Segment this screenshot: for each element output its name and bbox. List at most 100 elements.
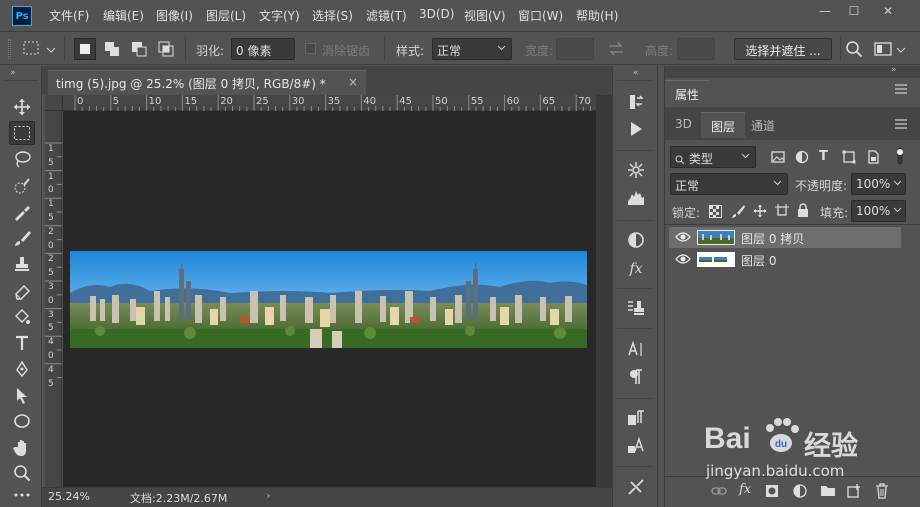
chevron-down-icon [741,151,750,160]
blend-mode-select[interactable]: 正常 [670,173,788,195]
character-styles-icon[interactable] [624,434,648,458]
status-menu-arrow[interactable]: › [266,489,270,502]
collapse-dock-icon[interactable]: « [633,68,639,78]
histogram-icon[interactable] [624,186,648,210]
color-wheel-icon[interactable] [624,158,648,182]
visibility-eye-icon[interactable] [675,231,691,243]
vertical-scrollbar[interactable] [596,95,612,487]
filter-adjustment-icon[interactable] [795,150,809,164]
lasso-icon[interactable] [9,147,35,171]
filter-shape-icon[interactable] [842,150,856,164]
menu-file[interactable]: 文件(F) [49,7,89,24]
tab-3d[interactable]: 3D [665,112,702,138]
new-adjustment-icon[interactable] [793,484,807,498]
quick-selection-icon[interactable] [9,174,35,198]
fill-input[interactable]: 100% [851,200,906,222]
hand-tool-icon[interactable] [9,435,35,459]
rectangular-marquee-icon[interactable] [9,121,35,145]
subtract-selection-icon[interactable] [128,38,150,60]
history-icon[interactable] [624,90,648,114]
clone-source-icon[interactable] [624,296,648,320]
paint-bucket-icon[interactable] [9,305,35,329]
filter-toggle-icon[interactable] [895,147,905,165]
add-mask-icon[interactable] [765,484,779,498]
zoom-level[interactable]: 25.24% [48,490,90,503]
zoom-tool-icon[interactable] [9,461,35,485]
menu-layer[interactable]: 图层(L) [206,7,246,24]
menu-view[interactable]: 视图(V) [464,7,506,24]
new-group-icon[interactable] [820,484,836,497]
paragraph-icon[interactable] [624,365,648,389]
swap-icon[interactable] [607,41,625,57]
move-tool-icon[interactable] [9,95,35,119]
select-and-mask-button[interactable]: 选择并遮住 ... [734,38,832,60]
character-icon[interactable] [624,337,648,361]
collapse-panels-icon[interactable]: » [891,65,897,75]
actions-play-icon[interactable] [624,117,648,141]
filter-pixel-icon[interactable] [771,150,785,164]
options-grip [8,39,11,59]
search-icon[interactable] [845,40,863,58]
maximize-button[interactable]: ☐ [840,2,868,20]
close-window-button[interactable]: ✕ [874,2,902,20]
layer-row[interactable]: 图层 0 [669,249,901,270]
tab-channels[interactable]: 通道 [741,112,785,138]
close-tab-icon[interactable]: × [348,75,358,89]
workspace-icon[interactable] [873,40,907,58]
tool-presets-icon[interactable] [624,475,648,499]
width-input[interactable] [556,38,594,60]
delete-layer-icon[interactable] [875,483,889,499]
style-select[interactable]: 正常 [432,38,512,60]
link-layers-icon[interactable] [711,485,727,497]
add-selection-icon[interactable] [101,38,123,60]
clone-stamp-icon[interactable] [9,252,35,276]
tab-layers[interactable]: 图层 [701,112,746,138]
layers-panel-menu-icon[interactable] [895,119,907,129]
canvas-area[interactable] [63,111,596,487]
eraser-icon[interactable] [9,279,35,303]
styles-fx-icon[interactable]: fx [624,257,648,281]
antialias-checkbox[interactable] [305,43,316,54]
layer-style-fx-icon[interactable]: fx [739,482,751,497]
lock-artboard-icon[interactable] [775,204,789,218]
menu-filter[interactable]: 滤镜(T) [366,7,407,24]
lock-transparent-icon[interactable] [709,205,722,218]
ruler-label: 5 [48,157,54,168]
marquee-preset-icon[interactable] [22,40,56,58]
lock-position-icon[interactable] [753,204,767,218]
glyphs-icon[interactable] [624,406,648,430]
pen-tool-icon[interactable] [9,357,35,381]
menu-help[interactable]: 帮助(H) [576,7,618,24]
layer-row[interactable]: 图层 0 拷贝 [669,227,901,248]
visibility-eye-icon[interactable] [675,253,691,265]
new-layer-icon[interactable] [847,484,861,498]
eyedropper-icon[interactable] [9,200,35,224]
adjustments-icon[interactable] [624,228,648,252]
new-selection-icon[interactable] [74,38,96,60]
path-selection-icon[interactable] [9,383,35,407]
menu-3d[interactable]: 3D(D) [419,7,454,21]
menu-edit[interactable]: 编辑(E) [103,7,144,24]
opacity-input[interactable]: 100% [851,173,906,195]
lock-image-icon[interactable] [731,204,745,218]
minimize-button[interactable]: — [811,2,839,20]
menu-type[interactable]: 文字(Y) [259,7,300,24]
brush-icon[interactable] [9,226,35,250]
more-tools-icon[interactable] [9,487,35,503]
collapse-toolbar-icon[interactable]: » [10,68,16,78]
menu-select[interactable]: 选择(S) [312,7,353,24]
type-tool-icon[interactable] [9,331,35,355]
filter-type-icon[interactable]: T [819,149,828,164]
intersect-selection-icon[interactable] [155,38,177,60]
feather-input[interactable]: 0 像素 [231,38,295,60]
document-tab[interactable]: timg (5).jpg @ 25.2% (图层 0 拷贝, RGB/8#) *… [48,70,366,95]
filter-smart-object-icon[interactable] [866,150,880,164]
panel-menu-icon[interactable] [895,84,907,94]
layer-filter-select[interactable]: 类型 [670,146,756,168]
properties-tab[interactable]: 属性 [665,80,710,106]
ellipse-tool-icon[interactable] [9,409,35,433]
lock-all-icon[interactable] [797,203,809,218]
menu-window[interactable]: 窗口(W) [518,7,563,24]
menu-image[interactable]: 图像(I) [156,7,193,24]
height-input[interactable] [677,38,715,60]
